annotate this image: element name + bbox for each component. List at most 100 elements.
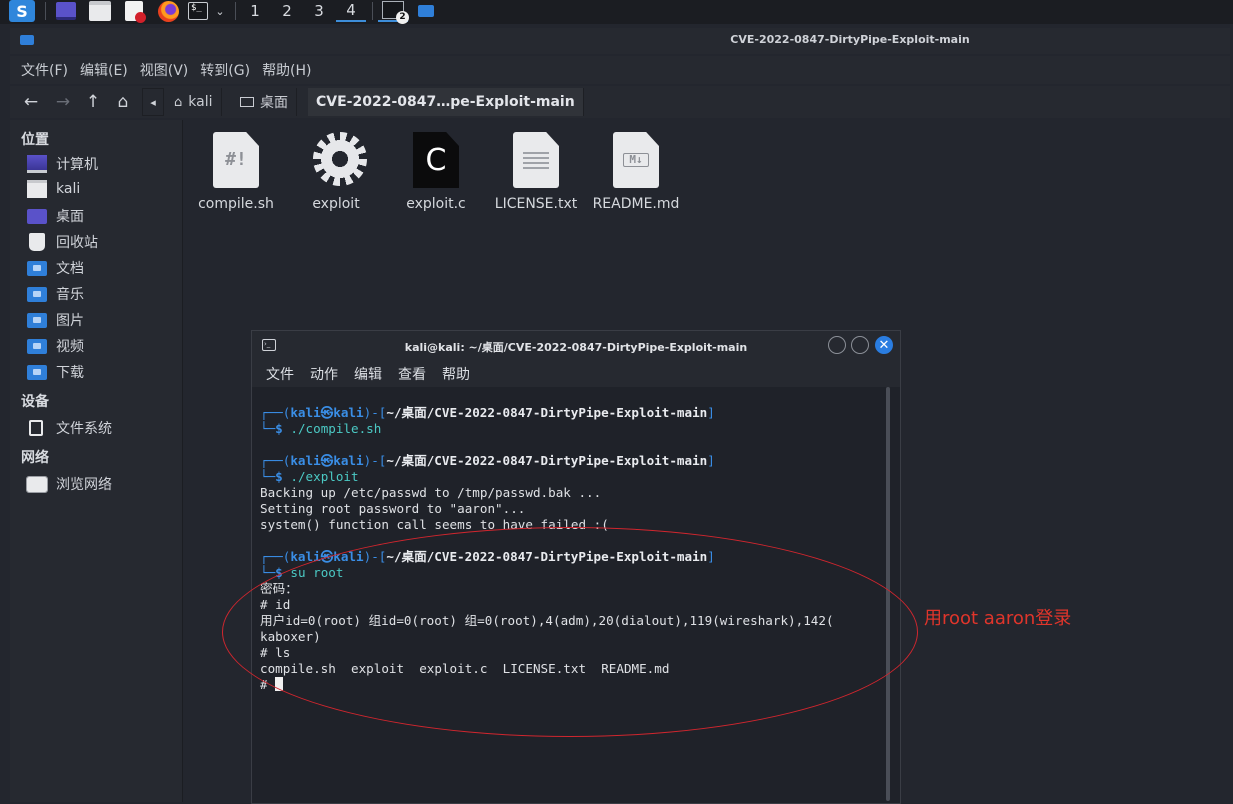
firefox-icon[interactable] — [156, 0, 180, 22]
terminal-menu-view[interactable]: 查看 — [398, 364, 426, 384]
sidebar-label: 浏览网络 — [56, 477, 112, 493]
prompt-line: ┌──(kali㉿kali)-[~/桌面/CVE-2022-0847-Dirty… — [260, 453, 715, 468]
workspace-4[interactable]: 4 — [336, 0, 366, 22]
file-manager-titlebar: CVE-2022-0847-DirtyPipe-Exploit-main — [10, 28, 1230, 54]
home-icon[interactable]: ⌂ — [110, 86, 136, 118]
breadcrumb-home[interactable]: ⌂ kali — [166, 88, 222, 116]
terminal-scrollbar[interactable] — [886, 387, 890, 801]
terminal-menu-help[interactable]: 帮助 — [442, 364, 470, 384]
output-line: Backing up /etc/passwd to /tmp/passwd.ba… — [260, 485, 602, 500]
sidebar-header-places: 位置 — [21, 132, 49, 148]
terminal-title: kali@kali: ~/桌面/CVE-2022-0847-DirtyPipe-… — [404, 341, 748, 354]
minimize-button[interactable] — [828, 336, 846, 354]
file-icon-mark: #! — [225, 149, 247, 170]
menu-help[interactable]: 帮助(H) — [262, 60, 311, 80]
menu-view[interactable]: 视图(V) — [140, 60, 189, 80]
menu-file[interactable]: 文件(F) — [21, 60, 68, 80]
sidebar-label: 回收站 — [56, 235, 98, 251]
prompt-line: ┌──(kali㉿kali)-[~/桌面/CVE-2022-0847-Dirty… — [260, 549, 715, 564]
sidebar-item-trash[interactable]: 回收站 — [27, 231, 98, 253]
documents-folder-icon — [27, 260, 47, 276]
file-item[interactable]: C exploit.c — [391, 132, 481, 212]
output-line: Setting root password to "aaron"... — [260, 501, 526, 516]
sidebar-label: 文件系统 — [56, 421, 112, 437]
desktop-small-icon — [240, 97, 254, 107]
up-arrow-icon[interactable]: ↑ — [80, 86, 106, 118]
executable-gear-icon — [313, 132, 367, 188]
file-name: README.md — [592, 196, 680, 212]
sidebar-item-videos[interactable]: 视频 — [27, 335, 84, 357]
back-arrow-icon[interactable]: ← — [18, 86, 44, 118]
taskbar-folder-icon[interactable] — [416, 0, 436, 22]
network-icon — [26, 475, 48, 493]
file-manager-icon[interactable] — [88, 0, 112, 22]
text-cursor — [275, 677, 284, 691]
file-item[interactable]: #! compile.sh — [191, 132, 281, 212]
sidebar-label: kali — [56, 181, 81, 197]
input-line[interactable]: # — [260, 677, 880, 693]
music-folder-icon — [27, 286, 47, 302]
sidebar-item-music[interactable]: 音乐 — [27, 283, 84, 305]
sidebar-item-desktop[interactable]: 桌面 — [27, 205, 84, 227]
breadcrumb-current[interactable]: CVE-2022-0847…pe-Exploit-main — [308, 88, 584, 116]
sidebar-item-downloads[interactable]: 下载 — [27, 361, 84, 383]
terminal-output[interactable]: ┌──(kali㉿kali)-[~/桌面/CVE-2022-0847-Dirty… — [260, 405, 880, 725]
computer-icon — [27, 155, 47, 173]
breadcrumb-desktop[interactable]: 桌面 — [232, 88, 297, 116]
command-line: └─$ ./exploit — [260, 469, 359, 484]
desktop-icon — [27, 208, 47, 224]
location-toolbar: ← → ↑ ⌂ ◂ ⌂ kali 桌面 CVE-2022-0847…pe-Exp… — [10, 86, 1230, 118]
output-line: # ls — [260, 645, 291, 660]
workspace-1[interactable]: 1 — [244, 0, 266, 22]
markdown-file-icon: M↓ — [613, 132, 659, 188]
close-button[interactable]: ✕ — [875, 336, 893, 354]
terminal-launcher-icon[interactable]: $_ — [186, 0, 210, 22]
terminal-menu-edit[interactable]: 编辑 — [354, 364, 382, 384]
chevron-down-icon[interactable]: ⌄ — [212, 0, 228, 22]
sidebar-item-browse-network[interactable]: 浏览网络 — [26, 473, 112, 495]
output-line: # id — [260, 597, 291, 612]
shell-script-icon: #! — [213, 132, 259, 188]
top-panel: S $_ ⌄ 1 2 3 4 2 — [0, 0, 1233, 24]
workspace-2[interactable]: 2 — [276, 0, 298, 22]
command-line: └─$ su root — [260, 565, 344, 580]
sidebar-label: 音乐 — [56, 287, 84, 303]
sidebar-header-network: 网络 — [21, 450, 49, 466]
trash-icon — [29, 233, 45, 251]
pictures-folder-icon — [27, 312, 47, 328]
home-small-icon: ⌂ — [174, 94, 183, 110]
sidebar-item-documents[interactable]: 文档 — [27, 257, 84, 279]
forward-arrow-icon[interactable]: → — [50, 86, 76, 118]
kali-menu-icon[interactable]: S — [8, 0, 36, 22]
menu-edit[interactable]: 编辑(E) — [80, 60, 128, 80]
sidebar-item-filesystem[interactable]: 文件系统 — [27, 417, 112, 439]
sidebar-item-pictures[interactable]: 图片 — [27, 309, 84, 331]
text-editor-icon[interactable] — [122, 0, 146, 23]
terminal-menu-file[interactable]: 文件 — [266, 364, 294, 384]
maximize-button[interactable] — [851, 336, 869, 354]
file-name: LICENSE.txt — [494, 196, 578, 212]
sidebar-label: 计算机 — [56, 157, 98, 173]
file-item[interactable]: LICENSE.txt — [491, 132, 581, 212]
breadcrumb-left-chevron-icon[interactable]: ◂ — [142, 88, 164, 116]
sidebar-label: 视频 — [56, 339, 84, 355]
file-item[interactable]: exploit — [291, 132, 381, 212]
window-count-badge: 2 — [396, 11, 409, 24]
breadcrumb-desktop-label: 桌面 — [260, 95, 288, 111]
sidebar-item-kali[interactable]: kali — [27, 178, 80, 200]
menu-go[interactable]: 转到(G) — [200, 60, 250, 80]
output-line: 用户id=0(root) 组id=0(root) 组=0(root),4(adm… — [260, 613, 834, 628]
videos-folder-icon — [27, 338, 47, 354]
output-line: kaboxer) — [260, 629, 321, 644]
show-desktop-icon[interactable] — [54, 0, 78, 22]
taskbar-terminal-group[interactable]: 2 — [378, 0, 409, 24]
breadcrumb-home-label: kali — [188, 94, 213, 110]
c-source-icon: C — [413, 132, 459, 188]
menubar: 文件(F) 编辑(E) 视图(V) 转到(G) 帮助(H) — [10, 56, 1230, 84]
workspace-3[interactable]: 3 — [308, 0, 330, 22]
sidebar-label: 桌面 — [56, 209, 84, 225]
sidebar-item-computer[interactable]: 计算机 — [27, 153, 98, 175]
terminal-menu-action[interactable]: 动作 — [310, 364, 338, 384]
file-item[interactable]: M↓ README.md — [591, 132, 681, 212]
terminal-menubar: 文件 动作 编辑 查看 帮助 — [252, 361, 900, 387]
